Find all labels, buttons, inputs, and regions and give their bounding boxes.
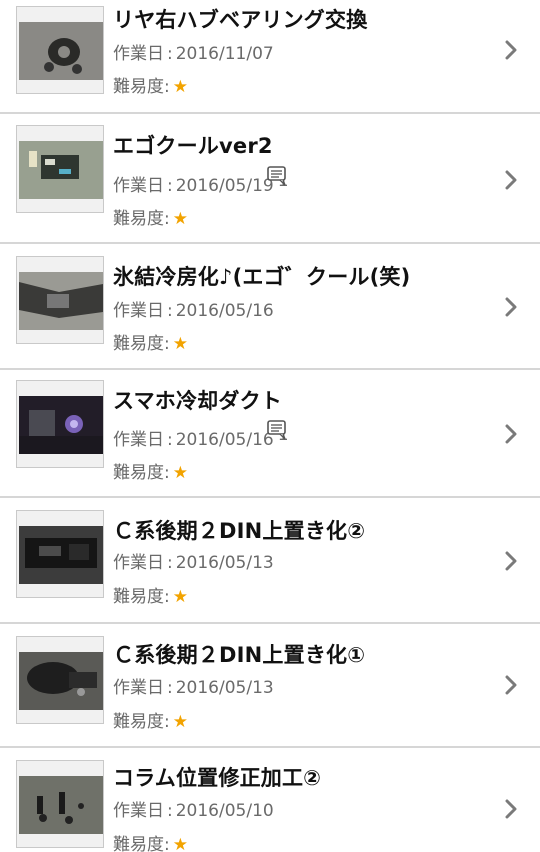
date-label: 作業日 bbox=[113, 678, 164, 698]
star-icon: ★ bbox=[172, 587, 188, 607]
item-title: スマホ冷却ダクト bbox=[113, 389, 282, 413]
date-label: 作業日 bbox=[113, 176, 164, 196]
list-item[interactable]: コラム位置修正加工② 作業日:2016/05/10 難易度: ★ bbox=[0, 748, 540, 852]
date-value: 2016/11/07 bbox=[175, 44, 274, 64]
list-item[interactable]: リヤ右ハブベアリング交換 作業日:2016/11/07 難易度: ★ bbox=[0, 0, 540, 114]
comment-count: 1 bbox=[266, 166, 289, 191]
item-title: コラム位置修正加工② bbox=[113, 766, 322, 790]
difficulty-label: 難易度 bbox=[113, 77, 164, 97]
list-item[interactable]: 氷結冷房化♪(エゴ゛クール(笑) 作業日:2016/05/16 難易度: ★ bbox=[0, 244, 540, 370]
thumbnail bbox=[16, 760, 104, 848]
difficulty-label: 難易度 bbox=[113, 334, 164, 354]
difficulty: 難易度: ★ bbox=[113, 587, 188, 607]
date-label: 作業日 bbox=[113, 44, 164, 64]
thumbnail bbox=[16, 125, 104, 213]
date-value: 2016/05/13 bbox=[175, 553, 274, 573]
work-date: 作業日:2016/05/161 bbox=[113, 420, 289, 450]
list-item[interactable]: エゴクールver2 作業日:2016/05/191 難易度:★ bbox=[0, 114, 540, 244]
star-icon: ★ bbox=[172, 77, 188, 97]
difficulty-label: 難易度 bbox=[113, 209, 164, 229]
date-label: 作業日 bbox=[113, 430, 164, 450]
difficulty-label: 難易度 bbox=[113, 587, 164, 607]
date-label: 作業日 bbox=[113, 301, 164, 321]
thumbnail bbox=[16, 6, 104, 94]
date-label: 作業日 bbox=[113, 553, 164, 573]
difficulty-label: 難易度 bbox=[113, 835, 164, 852]
date-value: 2016/05/19 bbox=[175, 176, 274, 196]
item-title: 氷結冷房化♪(エゴ゛クール(笑) bbox=[113, 265, 411, 289]
difficulty: 難易度: ★ bbox=[113, 463, 188, 483]
list-item[interactable]: Ｃ系後期２DIN上置き化② 作業日:2016/05/13 難易度: ★ bbox=[0, 498, 540, 624]
list-item[interactable]: スマホ冷却ダクト 作業日:2016/05/161 難易度:★ bbox=[0, 370, 540, 498]
thumbnail bbox=[16, 256, 104, 344]
work-date: 作業日:2016/05/16 bbox=[113, 301, 274, 321]
star-icon: ★ bbox=[172, 334, 188, 354]
difficulty-label: 難易度 bbox=[113, 463, 164, 483]
chevron-right-icon[interactable] bbox=[503, 296, 519, 318]
date-value: 2016/05/16 bbox=[175, 430, 274, 450]
star-icon: ★ bbox=[172, 712, 188, 732]
chevron-right-icon[interactable] bbox=[503, 550, 519, 572]
item-title: エゴクールver2 bbox=[113, 134, 273, 158]
chevron-right-icon[interactable] bbox=[503, 39, 519, 61]
date-value: 2016/05/16 bbox=[175, 301, 274, 321]
chevron-right-icon[interactable] bbox=[503, 423, 519, 445]
work-date: 作業日:2016/05/13 bbox=[113, 553, 274, 573]
list-item[interactable]: Ｃ系後期２DIN上置き化① 作業日:2016/05/13 難易度: ★ bbox=[0, 624, 540, 748]
star-icon: ★ bbox=[172, 463, 188, 483]
work-date: 作業日:2016/05/10 bbox=[113, 801, 274, 821]
work-date: 作業日:2016/05/191 bbox=[113, 166, 289, 196]
item-title: Ｃ系後期２DIN上置き化② bbox=[113, 519, 366, 543]
date-value: 2016/05/10 bbox=[175, 801, 274, 821]
difficulty: 難易度: ★ bbox=[113, 712, 188, 732]
thumbnail bbox=[16, 510, 104, 598]
chevron-right-icon[interactable] bbox=[503, 169, 519, 191]
thumbnail bbox=[16, 380, 104, 468]
thumbnail bbox=[16, 636, 104, 724]
star-icon: ★ bbox=[172, 835, 188, 852]
date-label: 作業日 bbox=[113, 801, 164, 821]
comment-count: 1 bbox=[266, 420, 289, 445]
difficulty: 難易度: ★ bbox=[113, 77, 188, 97]
item-title: Ｃ系後期２DIN上置き化① bbox=[113, 643, 366, 667]
difficulty-label: 難易度 bbox=[113, 712, 164, 732]
difficulty: 難易度: ★ bbox=[113, 830, 188, 852]
speech-bubble-icon bbox=[266, 166, 286, 186]
chevron-right-icon[interactable] bbox=[503, 798, 519, 820]
item-title: リヤ右ハブベアリング交換 bbox=[113, 8, 368, 32]
date-value: 2016/05/13 bbox=[175, 678, 274, 698]
difficulty: 難易度: ★ bbox=[113, 334, 188, 354]
work-date: 作業日:2016/11/07 bbox=[113, 44, 274, 64]
work-date: 作業日:2016/05/13 bbox=[113, 678, 274, 698]
difficulty: 難易度: ★ bbox=[113, 209, 188, 229]
work-log-list: リヤ右ハブベアリング交換 作業日:2016/11/07 難易度: ★ エゴクールv bbox=[0, 0, 540, 852]
star-icon: ★ bbox=[172, 209, 188, 229]
speech-bubble-icon bbox=[266, 420, 286, 440]
chevron-right-icon[interactable] bbox=[503, 674, 519, 696]
